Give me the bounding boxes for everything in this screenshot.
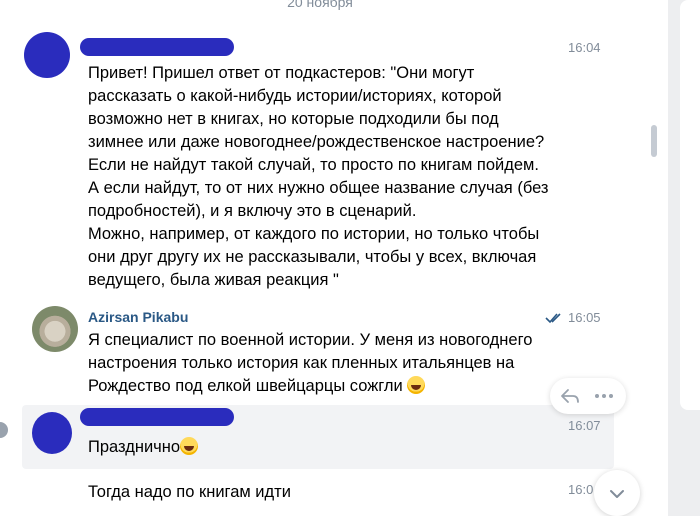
scrollbar-thumb[interactable] — [651, 125, 657, 157]
date-separator: 20 ноября — [287, 0, 353, 10]
message-time: 16:05 — [568, 310, 601, 325]
message-time: 16:0 — [568, 482, 594, 497]
message-text: Тогда надо по книгам идти — [88, 483, 291, 501]
author-name-redacted[interactable] — [80, 408, 234, 426]
message-time: 16:04 — [568, 40, 601, 55]
author-name[interactable]: Azirsan Pikabu — [88, 309, 188, 325]
right-card — [680, 0, 700, 410]
chevron-down-icon — [610, 490, 624, 498]
avatar-redacted[interactable] — [24, 32, 70, 78]
message-text: Я специалист по военной истории. У меня … — [88, 329, 532, 398]
message-text-body: Празднично — [88, 438, 181, 456]
message-time: 16:07 — [568, 418, 601, 433]
message-text: Привет! Пришел ответ от подкастеров: "Он… — [88, 64, 549, 289]
avatar-redacted[interactable] — [32, 412, 72, 454]
message-actions — [550, 378, 626, 414]
select-check-icon[interactable] — [0, 422, 8, 438]
scroll-down-button[interactable] — [594, 470, 640, 516]
message-text: Празднично — [88, 436, 199, 459]
more-icon[interactable] — [594, 393, 614, 399]
avatar[interactable] — [32, 306, 78, 352]
reply-icon[interactable] — [560, 387, 580, 405]
read-checkmark-icon — [545, 313, 561, 324]
message-text-body: Я специалист по военной истории. У меня … — [88, 331, 533, 395]
author-name-redacted[interactable] — [80, 38, 234, 56]
joy-emoji-icon — [180, 437, 199, 455]
rofl-emoji-icon — [406, 376, 425, 394]
